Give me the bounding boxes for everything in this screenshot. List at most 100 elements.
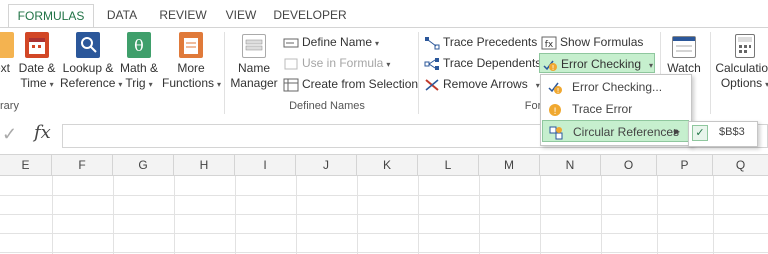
define-name-icon	[283, 36, 299, 50]
math-label-1: Math &	[119, 61, 158, 75]
circular-reference-cell[interactable]: $B$3	[719, 126, 745, 138]
create-from-selection-button[interactable]: Create from Selection	[283, 74, 418, 94]
insert-function-icon[interactable]: fx	[34, 122, 51, 143]
watch-window-icon	[672, 36, 696, 58]
column-header[interactable]: Q	[713, 155, 768, 175]
name-manager-icon	[242, 34, 266, 58]
tab-formulas[interactable]: FORMULAS	[8, 4, 94, 28]
trace-dependents-button[interactable]: Trace Dependents	[424, 53, 541, 73]
date-label-2: Time ▾	[20, 76, 54, 90]
name-manager-label-1: Name	[237, 61, 270, 75]
circular-ref-icon	[549, 125, 563, 140]
grid-line	[601, 176, 602, 254]
lookup-label-2: Reference ▾	[60, 76, 123, 90]
calculation-options-button[interactable]: Calculation Options▾	[714, 32, 768, 92]
submenu-arrow-icon: ▶	[673, 127, 680, 136]
trace-dependents-label: Trace Dependents	[443, 56, 542, 70]
use-in-formula-label: Use in Formula	[302, 56, 384, 70]
svg-text:θ: θ	[134, 36, 144, 55]
remove-arrows-button[interactable]: Remove Arrows ▾	[424, 74, 540, 94]
menu-item-error-checking[interactable]: ! Error Checking...	[542, 76, 689, 98]
column-header-row: E F G H I J K L M N O P Q	[0, 154, 768, 176]
calculation-label-1: Calculation	[715, 61, 768, 75]
name-manager-button[interactable]: Name Manager	[228, 32, 280, 91]
lookup-reference-button[interactable]: Lookup & Reference ▾	[60, 32, 123, 92]
text-label: ext	[0, 61, 10, 75]
date-time-button[interactable]: Date & Time ▾	[14, 32, 60, 92]
use-in-formula-button: Use in Formula ▾	[283, 53, 390, 73]
define-name-button[interactable]: Define Name ▾	[283, 32, 379, 52]
trace-precedents-button[interactable]: Trace Precedents	[424, 32, 537, 52]
menu-item-trace-error[interactable]: ! Trace Error	[542, 98, 689, 120]
column-header[interactable]: N	[540, 155, 601, 175]
column-header[interactable]: H	[174, 155, 235, 175]
menu-item-label: Trace Error	[572, 102, 633, 116]
grid-line	[540, 176, 541, 254]
error-checking-menu: ! Error Checking... ! Trace Error Circul…	[540, 74, 692, 146]
more-functions-icon	[179, 32, 203, 58]
svg-text:!: !	[552, 64, 555, 72]
grid-line	[52, 176, 53, 254]
grid-line	[713, 176, 714, 254]
enter-check-icon[interactable]: ✓	[2, 124, 17, 145]
calculator-icon	[735, 34, 755, 58]
show-formulas-label: Show Formulas	[560, 35, 644, 49]
create-from-selection-icon	[283, 78, 299, 92]
error-checking-button[interactable]: ! Error Checking ▾	[539, 53, 655, 73]
defined-names-group-label: Defined Names	[289, 100, 365, 112]
menu-item-circular-references[interactable]: Circular References ▶	[542, 120, 689, 142]
tab-review[interactable]: REVIEW	[152, 4, 214, 28]
show-formulas-button[interactable]: fx Show Formulas	[541, 32, 643, 52]
calendar-icon	[25, 32, 49, 58]
text-functions-button[interactable]: ext	[0, 32, 14, 76]
remove-arrows-icon	[424, 78, 440, 92]
grid-line	[357, 176, 358, 254]
lookup-icon	[76, 32, 100, 58]
grid-line	[0, 214, 768, 215]
tab-data[interactable]: DATA	[96, 4, 148, 28]
trace-precedents-label: Trace Precedents	[443, 35, 538, 49]
svg-text:!: !	[557, 87, 560, 95]
circular-references-submenu: ✓ $B$3	[688, 121, 758, 147]
lookup-label-1: Lookup &	[62, 61, 114, 75]
grid-line	[296, 176, 297, 254]
remove-arrows-label: Remove Arrows	[443, 77, 528, 91]
column-header[interactable]: P	[657, 155, 713, 175]
error-checking-icon: !	[542, 58, 558, 72]
text-icon	[0, 32, 14, 58]
grid-line	[657, 176, 658, 254]
grid-line	[113, 176, 114, 254]
group-divider	[224, 32, 225, 114]
use-in-formula-icon	[283, 57, 299, 71]
column-header[interactable]: M	[479, 155, 540, 175]
error-checking-label: Error Checking	[561, 57, 642, 71]
more-functions-button[interactable]: More Functions ▾	[162, 32, 221, 92]
trace-precedents-icon	[424, 36, 440, 50]
grid-line	[235, 176, 236, 254]
trace-dependents-icon	[424, 57, 440, 71]
column-header[interactable]: F	[52, 155, 113, 175]
column-header[interactable]: L	[418, 155, 479, 175]
menu-item-label: Error Checking...	[572, 80, 663, 94]
math-trig-button[interactable]: θ Math & Trig ▾	[116, 32, 162, 92]
group-divider	[418, 32, 419, 114]
column-header[interactable]: O	[601, 155, 657, 175]
column-header[interactable]: I	[235, 155, 296, 175]
svg-text:fx: fx	[545, 40, 554, 50]
column-header[interactable]: J	[296, 155, 357, 175]
column-header[interactable]: K	[357, 155, 418, 175]
menu-item-label: Circular References	[573, 125, 680, 139]
ribbon-tab-bar: FORMULAS DATA REVIEW VIEW DEVELOPER	[0, 0, 768, 28]
grid-line	[0, 195, 768, 196]
function-library-group-label: rary	[0, 100, 19, 112]
checkmark-icon: ✓	[692, 125, 708, 141]
theta-icon: θ	[127, 32, 151, 58]
column-header[interactable]: G	[113, 155, 174, 175]
column-header[interactable]: E	[0, 155, 52, 175]
error-check-icon: !	[548, 80, 562, 95]
more-label-1: More	[177, 61, 205, 75]
trace-error-icon: !	[548, 102, 562, 117]
tab-view[interactable]: VIEW	[218, 4, 264, 28]
tab-developer[interactable]: DEVELOPER	[270, 4, 350, 28]
math-label-2: Trig ▾	[125, 76, 153, 90]
